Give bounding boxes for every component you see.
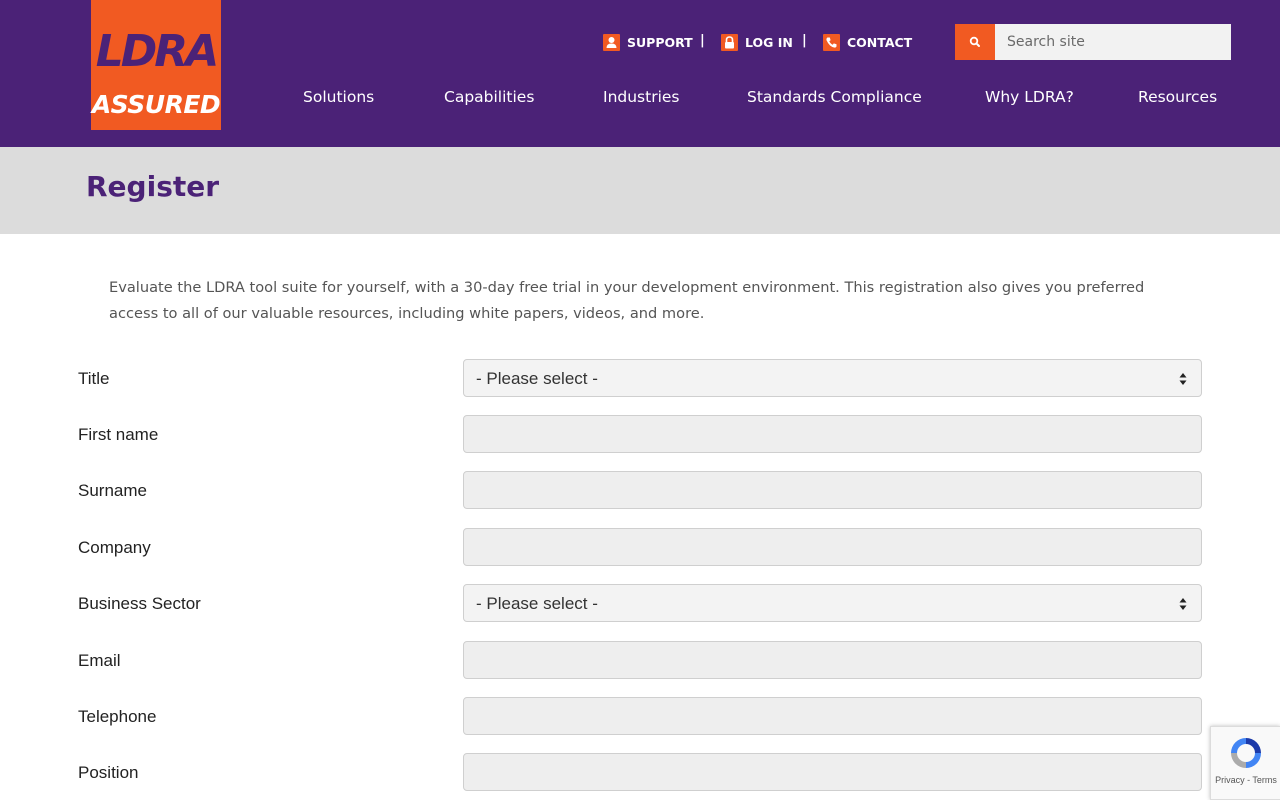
first-name-label: First name — [78, 425, 159, 444]
company-label: Company — [78, 538, 151, 557]
title-label: Title — [78, 369, 110, 388]
site-header: LDRA ASSURED SUPPORT | LOG IN | CONTACT … — [0, 0, 1280, 147]
nav-resources[interactable]: Resources — [1138, 88, 1217, 106]
business-sector-label: Business Sector — [78, 594, 201, 613]
email-label: Email — [78, 651, 121, 670]
toplink-separator: | — [700, 33, 705, 48]
user-icon — [603, 33, 620, 51]
chevron-updown-icon — [1179, 373, 1187, 385]
surname-label: Surname — [78, 481, 147, 500]
position-field[interactable] — [463, 753, 1202, 791]
intro-text: Evaluate the LDRA tool suite for yoursel… — [109, 279, 1145, 322]
login-link[interactable]: LOG IN — [721, 33, 793, 51]
recaptcha-badge[interactable]: Privacy - Terms — [1210, 726, 1280, 800]
nav-solutions[interactable]: Solutions — [303, 88, 374, 106]
position-label: Position — [78, 763, 139, 782]
contact-link[interactable]: CONTACT — [823, 33, 913, 51]
lock-icon — [721, 33, 738, 51]
search-button[interactable] — [955, 24, 995, 60]
company-field[interactable] — [463, 528, 1202, 566]
business-sector-select[interactable]: - Please select - — [463, 584, 1202, 622]
nav-capabilities[interactable]: Capabilities — [444, 88, 534, 106]
telephone-field[interactable] — [463, 697, 1202, 735]
logo-tagline: ASSURED — [91, 90, 221, 119]
title-select-value: - Please select - — [476, 369, 598, 388]
toplink-separator: | — [802, 33, 807, 48]
business-sector-select-value: - Please select - — [476, 594, 598, 613]
logo-wordmark: LDRA — [95, 26, 220, 77]
page-title: Register — [86, 170, 220, 203]
contact-label: CONTACT — [847, 34, 913, 50]
search-input[interactable] — [995, 24, 1231, 60]
recaptcha-links[interactable]: Privacy - Terms — [1211, 775, 1280, 785]
title-select[interactable]: - Please select - — [463, 359, 1202, 397]
login-label: LOG IN — [745, 34, 793, 50]
search-icon — [969, 36, 980, 47]
nav-industries[interactable]: Industries — [603, 88, 680, 106]
nav-why-ldra[interactable]: Why LDRA? — [985, 88, 1074, 106]
surname-field[interactable] — [463, 471, 1202, 509]
phone-icon — [823, 33, 840, 51]
recaptcha-icon — [1231, 738, 1261, 768]
chevron-updown-icon — [1179, 598, 1187, 610]
support-label: SUPPORT — [627, 34, 693, 50]
support-link[interactable]: SUPPORT — [603, 33, 693, 51]
ldra-logo[interactable]: LDRA ASSURED — [91, 0, 221, 130]
first-name-field[interactable] — [463, 415, 1202, 453]
telephone-label: Telephone — [78, 707, 157, 726]
email-field[interactable] — [463, 641, 1202, 679]
nav-standards-compliance[interactable]: Standards Compliance — [747, 88, 922, 106]
